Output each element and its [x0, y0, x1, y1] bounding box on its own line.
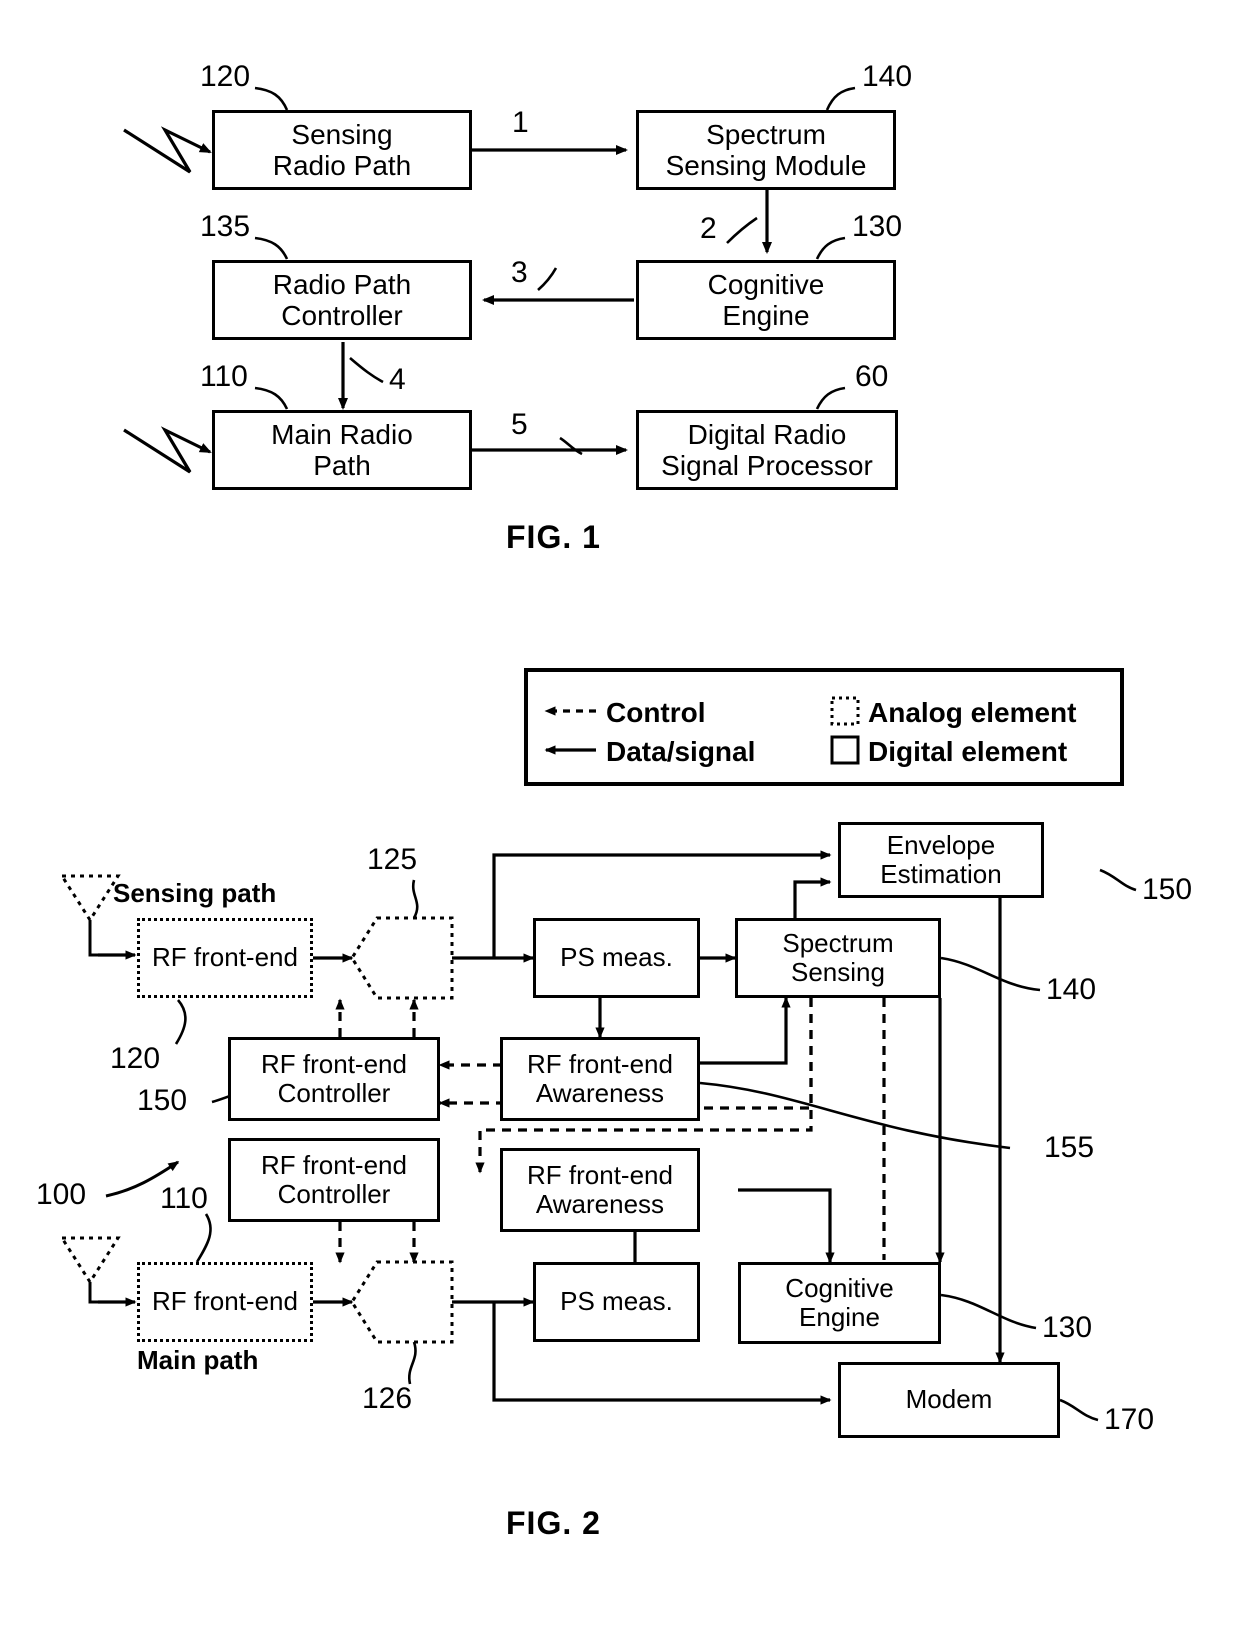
fig2-sensing-path-label: Sensing path: [113, 878, 277, 908]
legend-label-analog-element: Analog element: [868, 697, 1077, 728]
fig1-ref-110: 110: [200, 360, 248, 393]
fig2-ref-125: 125: [367, 843, 418, 876]
fig2-main-ctrl-line1: RF front-end: [261, 1149, 407, 1180]
fig1-block-spectrum-sensing-module: Spectrum Sensing Module: [636, 110, 896, 190]
fig2-envelope-estimation-line2: Estimation: [880, 859, 1002, 889]
legend-label-control: Control: [606, 697, 706, 728]
fig2-ref-130: 130: [1042, 1311, 1093, 1344]
fig2-sensing-rf-front-end-awareness: RF front-end Awareness: [500, 1037, 700, 1121]
main-adc-shape: [350, 1260, 454, 1344]
fig1-arrow-label-5: 5: [511, 408, 528, 441]
fig1-spectrum-sensing-module-line1: Spectrum: [706, 118, 826, 150]
fig2-modem: Modem: [838, 1362, 1060, 1438]
fig2-modem-label: Modem: [905, 1384, 993, 1415]
fig1-radio-path-controller-line2: Controller: [281, 300, 403, 331]
fig2-main-rf-front-end-awareness: RF front-end Awareness: [500, 1148, 700, 1232]
fig2-cognitive-engine: Cognitive Engine: [738, 1262, 941, 1344]
fig1-ref-60: 60: [855, 360, 889, 393]
fig2-cognitive-engine-line1: Cognitive: [785, 1272, 894, 1303]
fig2-ref-170: 170: [1104, 1403, 1155, 1436]
fig2-main-aware-line1: RF front-end: [527, 1159, 673, 1190]
fig2-ref-150-envelope: 150: [1142, 873, 1193, 906]
fig2-sensing-rf-front-end: RF front-end: [137, 918, 313, 998]
fig2-main-rf-front-end: RF front-end: [137, 1262, 313, 1342]
fig1-block-cognitive-engine: Cognitive Engine: [636, 260, 896, 340]
fig2-ref-120: 120: [110, 1042, 161, 1075]
fig2-spectrum-sensing-line2: Sensing: [791, 957, 885, 987]
fig1-digital-radio-signal-processor-line1: Digital Radio: [687, 418, 847, 450]
fig1-block-sensing-radio-path: Sensing Radio Path: [212, 110, 472, 190]
fig1-block-radio-path-controller: Radio Path Controller: [212, 260, 472, 340]
fig2-sensing-aware-line2: Awareness: [535, 1078, 665, 1108]
fig1-main-radio-path-line2: Path: [313, 450, 371, 481]
fig1-ref-120: 120: [200, 60, 251, 93]
fig2-sensing-ps-meas-label: PS meas.: [560, 942, 673, 973]
fig2-sensing-ps-meas: PS meas.: [533, 918, 700, 998]
fig2-sensing-ctrl-line1: RF front-end: [261, 1048, 407, 1079]
fig1-arrow-label-1: 1: [512, 106, 529, 139]
fig2-main-ps-meas: PS meas.: [533, 1262, 700, 1342]
fig1-radio-path-controller-line1: Radio Path: [272, 268, 412, 300]
fig2-ref-155: 155: [1044, 1131, 1095, 1164]
fig2-main-ps-meas-label: PS meas.: [560, 1286, 673, 1317]
fig1-spectrum-sensing-module-line2: Sensing Module: [665, 150, 867, 181]
fig1-digital-radio-signal-processor-line2: Signal Processor: [661, 450, 873, 481]
fig2-main-aware-line2: Awareness: [535, 1189, 665, 1219]
fig1-arrow-label-3: 3: [511, 256, 528, 289]
fig1-cognitive-engine-line1: Cognitive: [707, 268, 825, 300]
fig2-main-ctrl-line2: Controller: [277, 1179, 391, 1209]
fig1-cognitive-engine-line2: Engine: [722, 300, 810, 331]
patent-figure-sheet: Sensing Radio Path Spectrum Sensing Modu…: [0, 0, 1240, 1635]
fig2-spectrum-sensing-line1: Spectrum: [782, 927, 894, 958]
fig2-ref-126: 126: [362, 1382, 413, 1415]
figure2-caption: FIG. 2: [506, 1505, 601, 1541]
figure1-caption: FIG. 1: [506, 519, 601, 555]
fig1-arrow-label-4: 4: [389, 363, 406, 396]
fig1-arrow-label-2: 2: [700, 212, 717, 245]
fig2-envelope-estimation: Envelope Estimation: [838, 822, 1044, 898]
fig2-main-rf-front-end-controller: RF front-end Controller: [228, 1138, 440, 1222]
fig2-sensing-aware-line1: RF front-end: [527, 1048, 673, 1079]
fig2-cognitive-engine-line2: Engine: [799, 1302, 880, 1332]
fig2-ref-100: 100: [36, 1178, 87, 1211]
fig1-ref-135: 135: [200, 210, 251, 243]
sensing-adc-shape: [350, 916, 454, 1000]
fig2-sensing-ctrl-line2: Controller: [277, 1078, 391, 1108]
fig2-ref-110: 110: [160, 1182, 208, 1215]
fig2-main-path-label: Main path: [137, 1345, 259, 1375]
fig1-main-radio-path-line1: Main Radio: [271, 418, 413, 450]
fig1-block-digital-radio-signal-processor: Digital Radio Signal Processor: [636, 410, 898, 490]
fig2-envelope-estimation-line1: Envelope: [886, 829, 996, 860]
main-antenna-icon: [59, 1236, 137, 1307]
legend-label-digital-element: Digital element: [868, 736, 1068, 767]
fig2-sensing-rf-front-end-controller: RF front-end Controller: [228, 1037, 440, 1121]
fig1-ref-130: 130: [852, 210, 903, 243]
fig2-main-rf-front-end-label: RF front-end: [152, 1286, 298, 1317]
fig2-sensing-rf-front-end-label: RF front-end: [152, 942, 298, 973]
fig2-spectrum-sensing: Spectrum Sensing: [735, 918, 941, 998]
fig1-block-main-radio-path: Main Radio Path: [212, 410, 472, 490]
legend-label-data-signal: Data/signal: [606, 736, 756, 767]
fig1-sensing-radio-path-line2: Radio Path: [272, 150, 412, 181]
fig1-ref-140: 140: [862, 60, 913, 93]
fig1-sensing-radio-path-line1: Sensing: [291, 118, 393, 150]
fig2-ref-150-controller: 150: [137, 1084, 188, 1117]
fig2-ref-140: 140: [1046, 973, 1097, 1006]
